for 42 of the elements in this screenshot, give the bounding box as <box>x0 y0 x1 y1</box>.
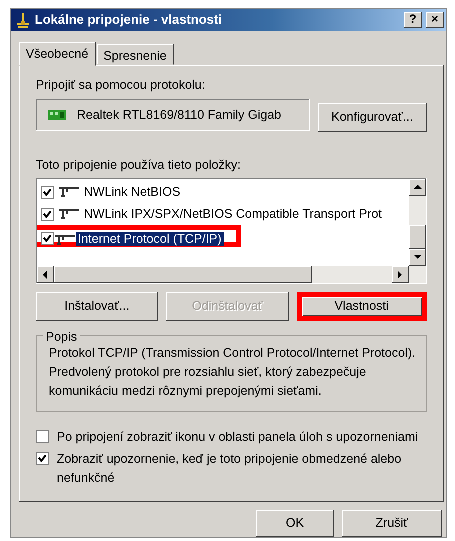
help-button[interactable]: ? <box>404 12 422 28</box>
list-item[interactable]: NWLink IPX/SPX/NetBIOS Compatible Transport Prot <box>84 204 382 224</box>
ok-button[interactable]: OK <box>256 510 334 537</box>
field-label: Pripojiť sa pomocou protokolu: <box>36 76 206 94</box>
scroll-arrow-button[interactable] <box>409 249 426 266</box>
list-item[interactable]: Internet Protocol (TCP/IP) <box>76 232 224 246</box>
checkbox-label: Po pripojení zobraziť ikonu v oblasti panela úloh s upozorneniami <box>57 428 418 446</box>
list-item[interactable]: NWLink NetBIOS <box>84 182 181 202</box>
vertical-scrollbar[interactable] <box>409 179 426 266</box>
check-icon <box>43 210 52 219</box>
scroll-arrow-button[interactable] <box>37 266 54 284</box>
scroll-thumb[interactable] <box>54 266 312 284</box>
window-title: Lokálne pripojenie - vlastnosti <box>35 11 224 30</box>
scrollbar-corner <box>409 266 426 284</box>
scroll-arrow-button[interactable] <box>409 179 426 196</box>
horizontal-scrollbar[interactable] <box>37 266 409 284</box>
cancel-button[interactable]: Zrušiť <box>342 510 442 537</box>
network-icon <box>15 12 31 28</box>
protocol-icon <box>58 208 80 220</box>
checkbox[interactable] <box>36 452 49 466</box>
checkbox[interactable] <box>41 186 54 199</box>
tab[interactable]: Všeobecné <box>19 42 96 66</box>
close-button[interactable]: × <box>426 12 444 28</box>
configure-button[interactable]: Konfigurovať... <box>318 102 427 132</box>
check-icon <box>43 188 52 197</box>
tab[interactable]: Spresnenie <box>96 44 174 65</box>
adapter-name: Realtek RTL8169/8110 Family Gigab <box>77 106 282 124</box>
field-label: Toto pripojenie používa tieto položky: <box>36 156 242 174</box>
protocol-icon <box>54 234 76 246</box>
checkbox[interactable] <box>36 430 49 443</box>
checkbox-label: Zobraziť upozornenie, keď je toto pripojenie obmedzené alebo nefunkčné <box>57 451 403 488</box>
checkbox[interactable] <box>41 232 54 246</box>
network-card-icon <box>47 108 67 122</box>
check-icon <box>43 234 52 244</box>
scroll-thumb[interactable] <box>409 225 426 250</box>
description-text: Protokol TCP/IP (Transmission Control Protocol/Internet Protocol). Predvolený protokol pre rozsiahlu sieť, ktorý zabezpečuje komunikáciu medzi rôznymi prepojenými sieťami. <box>49 345 416 400</box>
action-button[interactable]: Inštalovať... <box>36 292 158 322</box>
scroll-arrow-button[interactable] <box>392 266 409 284</box>
properties-button[interactable]: Vlastnosti <box>296 292 427 322</box>
protocol-icon <box>58 186 80 198</box>
check-icon <box>38 454 47 464</box>
checkbox[interactable] <box>41 208 54 221</box>
